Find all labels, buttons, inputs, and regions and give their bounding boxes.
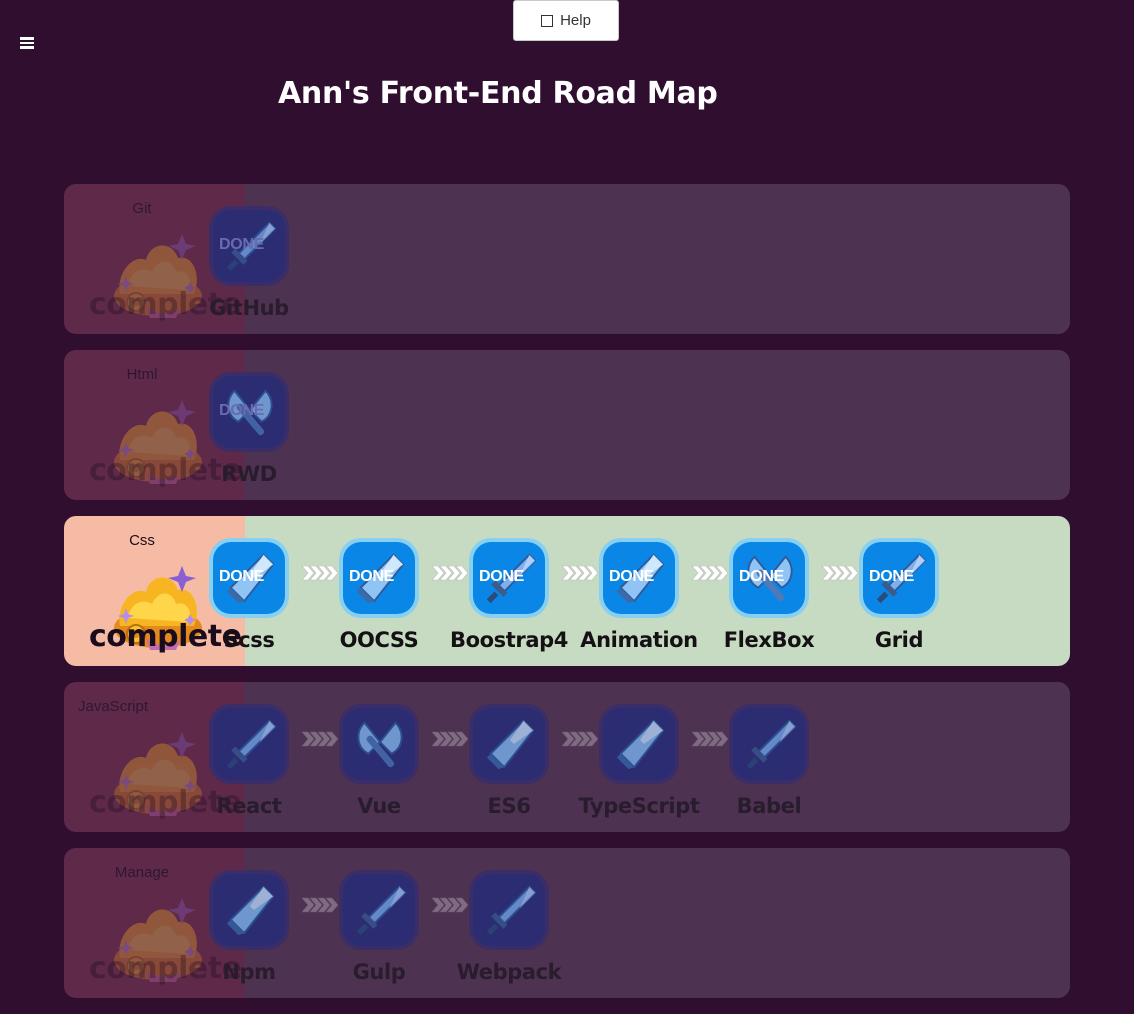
crystal-icon	[226, 885, 275, 936]
checkbox-icon	[541, 14, 554, 27]
done-label: DONE	[219, 402, 265, 419]
crystal-icon	[486, 719, 535, 770]
skill-item-webpack[interactable]: Webpack	[444, 870, 574, 990]
skill-badge[interactable]: DONE	[209, 372, 289, 452]
skill-label: Boostrap4	[450, 628, 568, 652]
skill-item-babel[interactable]: Babel	[704, 704, 834, 824]
skill-label: Animation	[580, 628, 698, 652]
skills-track: DONE Scss DONE OOCSS DONE Boostrap4 DONE…	[209, 516, 1070, 666]
roadmap-row-html: Html complete DONE RWD	[64, 350, 1070, 500]
skill-label: Gulp	[352, 960, 406, 984]
roadmap-row-git: Git complete DONE GitHub	[64, 184, 1070, 334]
skill-badge[interactable]: DONE	[729, 538, 809, 618]
skill-item-oocss[interactable]: DONE OOCSS	[314, 538, 444, 658]
done-label: DONE	[219, 236, 265, 253]
skill-item-rwd[interactable]: DONE RWD	[184, 372, 314, 492]
skill-badge[interactable]: DONE	[599, 538, 679, 618]
help-label: Help	[560, 12, 591, 29]
skill-label: OOCSS	[339, 628, 419, 652]
skill-label: GitHub	[209, 296, 289, 320]
sword-icon	[356, 885, 407, 936]
skill-label: RWD	[221, 462, 277, 486]
axe-icon	[357, 721, 403, 768]
skill-item-es6[interactable]: ES6	[444, 704, 574, 824]
skill-badge[interactable]: DONE	[209, 206, 289, 286]
done-label: DONE	[739, 568, 785, 585]
skill-label: Webpack	[456, 960, 562, 984]
skill-label: Npm	[222, 960, 276, 984]
skill-label: TypeScript	[578, 794, 700, 818]
skill-label: FlexBox	[723, 628, 815, 652]
done-label: DONE	[219, 568, 265, 585]
skill-badge[interactable]	[209, 870, 289, 950]
skill-item-animation[interactable]: DONE Animation	[574, 538, 704, 658]
page-title: Ann's Front-End Road Map	[278, 76, 718, 111]
skill-badge[interactable]	[209, 704, 289, 784]
skill-item-gulp[interactable]: Gulp	[314, 870, 444, 990]
skill-badge[interactable]: DONE	[469, 538, 549, 618]
done-label: DONE	[609, 568, 655, 585]
skills-track: DONE GitHub	[209, 184, 1070, 334]
skill-label: Babel	[736, 794, 802, 818]
skills-track: DONE RWD	[209, 350, 1070, 500]
skill-item-typescript[interactable]: TypeScript	[574, 704, 704, 824]
skill-item-scss[interactable]: DONE Scss	[184, 538, 314, 658]
sword-icon	[226, 719, 277, 770]
skill-badge[interactable]	[469, 704, 549, 784]
skill-item-github[interactable]: DONE GitHub	[184, 206, 314, 326]
skill-item-flexbox[interactable]: DONE FlexBox	[704, 538, 834, 658]
roadmap-row-manage: Manage complete Npm Gulp Webpack	[64, 848, 1070, 998]
skill-badge[interactable]: DONE	[859, 538, 939, 618]
done-label: DONE	[869, 568, 915, 585]
done-label: DONE	[349, 568, 395, 585]
roadmap-row-css: Css complete DONE Scss DONE OOCSS DONE B…	[64, 516, 1070, 666]
skill-label: ES6	[487, 794, 531, 818]
done-label: DONE	[479, 568, 525, 585]
skill-item-npm[interactable]: Npm	[184, 870, 314, 990]
skill-label: React	[216, 794, 282, 818]
skill-badge[interactable]	[469, 870, 549, 950]
skill-badge[interactable]	[339, 870, 419, 950]
skill-item-react[interactable]: React	[184, 704, 314, 824]
roadmap-row-javascript: JavaScript complete React Vue ES6 TypeSc…	[64, 682, 1070, 832]
crystal-icon	[616, 719, 665, 770]
skill-item-boostrap4[interactable]: DONE Boostrap4	[444, 538, 574, 658]
skill-badge[interactable]	[339, 704, 419, 784]
skill-badge[interactable]: DONE	[209, 538, 289, 618]
sword-icon	[486, 885, 537, 936]
hamburger-menu-icon[interactable]	[20, 37, 34, 49]
skill-label: Grid	[874, 628, 924, 652]
skill-badge[interactable]	[729, 704, 809, 784]
sword-icon	[746, 719, 797, 770]
skill-label: Scss	[223, 628, 275, 652]
skill-badge[interactable]	[599, 704, 679, 784]
skill-item-vue[interactable]: Vue	[314, 704, 444, 824]
skill-label: Vue	[357, 794, 401, 818]
category-name: JavaScript	[78, 698, 149, 715]
help-button[interactable]: Help	[513, 0, 619, 41]
skill-badge[interactable]: DONE	[339, 538, 419, 618]
skills-track: Npm Gulp Webpack	[209, 848, 1070, 998]
skill-item-grid[interactable]: DONE Grid	[834, 538, 964, 658]
skills-track: React Vue ES6 TypeScript Babel	[209, 682, 1070, 832]
